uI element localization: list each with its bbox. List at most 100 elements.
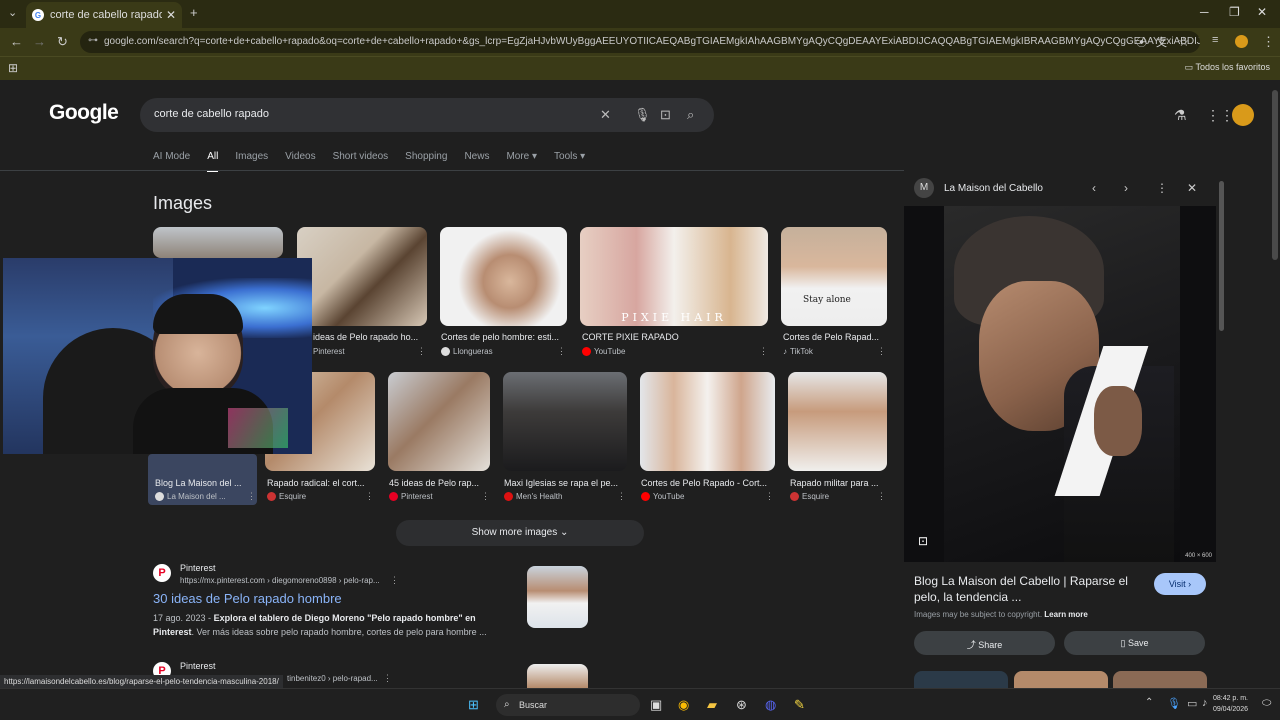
related-image-3[interactable] [1113, 671, 1207, 688]
tray-mic-icon[interactable]: 🎙 [1167, 697, 1181, 710]
profile-avatar-icon[interactable] [1235, 35, 1248, 48]
image-result-11[interactable] [788, 372, 887, 471]
lens-search-icon[interactable]: ⊡ [918, 534, 928, 548]
image-title[interactable]: ideas de Pelo rapado ho... [313, 332, 423, 342]
preview-image[interactable]: ⊡ 400 × 600 [904, 206, 1216, 562]
tab-images[interactable]: Images [235, 151, 268, 172]
image-result-9[interactable] [503, 372, 627, 471]
result-url[interactable]: https://mx.pinterest.com › diegomoreno08… [180, 576, 380, 585]
search-input[interactable]: corte de cabello rapado [154, 108, 269, 120]
more-options-icon[interactable]: ⋮ [557, 346, 566, 357]
more-options-icon[interactable]: ⋮ [417, 346, 426, 357]
start-icon[interactable]: ⊞ [468, 697, 479, 713]
address-bar[interactable]: ⊶ google.com/search?q=corte+de+cabello+r… [80, 31, 1200, 53]
more-options-icon[interactable]: ⋮ [481, 491, 490, 502]
tab-search-icon[interactable]: ⌄ [8, 6, 17, 19]
result-thumbnail[interactable] [527, 566, 588, 628]
image-result-8[interactable] [388, 372, 490, 471]
lens-icon[interactable]: ⊡ [660, 107, 671, 123]
more-options-icon[interactable]: ⋮ [877, 346, 886, 357]
back-icon[interactable]: ← [10, 34, 23, 49]
network-icon[interactable]: ▭ [1187, 697, 1197, 710]
image-result-10[interactable] [640, 372, 775, 471]
close-window-icon[interactable]: ✕ [1257, 5, 1267, 19]
minimize-icon[interactable]: ─ [1200, 5, 1209, 19]
tab-videos[interactable]: Videos [285, 151, 315, 172]
next-icon[interactable]: › [1124, 181, 1128, 195]
more-options-icon[interactable]: ⋮ [365, 491, 374, 502]
result-url[interactable]: tinbenitez0 › pelo-rapad... [287, 674, 378, 683]
related-image-1[interactable] [914, 671, 1008, 688]
image-title[interactable]: Cortes de Pelo Rapado - Cort... [641, 478, 771, 488]
apps-grid-icon[interactable]: ⊞ [8, 61, 18, 75]
browser-menu-icon[interactable]: ⋮ [1262, 34, 1275, 50]
apps-icon[interactable]: ⋮⋮ [1206, 107, 1234, 124]
restore-icon[interactable]: ❐ [1229, 5, 1240, 19]
image-title[interactable]: Rapado radical: el cort... [267, 478, 367, 488]
page-scrollbar[interactable] [1270, 80, 1280, 688]
location-icon[interactable]: ⦿ [1136, 34, 1147, 50]
image-result-5[interactable]: Stay alone [781, 227, 887, 326]
visit-button[interactable]: Visit › [1154, 573, 1206, 595]
image-title[interactable]: Cortes de pelo hombre: esti... [441, 332, 566, 342]
tab-tools[interactable]: Tools ▾ [554, 151, 585, 172]
search-box[interactable]: corte de cabello rapado ✕ 🎙 ⊡ ⌕ [140, 98, 714, 132]
close-tab-icon[interactable]: ✕ [166, 8, 176, 22]
image-result-1[interactable] [153, 227, 283, 258]
volume-icon[interactable]: ♪ [1202, 697, 1208, 709]
system-clock[interactable]: 08:42 p. m. 09/04/2026 [1213, 693, 1248, 715]
tab-shopping[interactable]: Shopping [405, 151, 447, 172]
result-thumbnail[interactable] [527, 664, 588, 688]
labs-flask-icon[interactable]: ⚗ [1174, 107, 1187, 124]
learn-more-link[interactable]: Learn more [1044, 610, 1088, 619]
tab-news[interactable]: News [464, 151, 489, 172]
page-scroll-thumb[interactable] [1272, 90, 1278, 260]
translate-icon[interactable]: 文 [1156, 34, 1167, 50]
google-logo[interactable]: Google [49, 101, 119, 125]
chrome-icon[interactable]: ◉ [678, 697, 689, 713]
panel-site-name[interactable]: La Maison del Cabello [944, 183, 1043, 194]
image-title[interactable]: Rapado militar para ... [790, 478, 880, 488]
file-explorer-icon[interactable]: ▰ [707, 697, 717, 713]
share-button[interactable]: ⤴ Share [914, 631, 1055, 655]
show-more-images-button[interactable]: Show more images ⌄ [396, 520, 644, 546]
steam-icon[interactable]: ⊛ [736, 697, 747, 713]
image-title[interactable]: CORTE PIXIE RAPADO [582, 332, 752, 342]
image-title[interactable]: 45 ideas de Pelo rap... [389, 478, 485, 488]
more-options-icon[interactable]: ⋮ [877, 491, 886, 502]
tab-ai-mode[interactable]: AI Mode [153, 151, 190, 172]
account-avatar[interactable] [1232, 104, 1254, 126]
preview-title[interactable]: Blog La Maison del Cabello | Raparse el … [914, 573, 1144, 605]
image-result-2[interactable] [297, 227, 427, 326]
more-options-icon[interactable]: ⋮ [759, 346, 768, 357]
search-icon[interactable]: ⌕ [687, 107, 694, 123]
more-options-icon[interactable]: ⋮ [247, 491, 256, 502]
taskbar-search[interactable]: ⌕ Buscar [496, 694, 640, 716]
result-options-icon[interactable]: ⋮ [383, 673, 392, 684]
panel-scroll-thumb[interactable] [1219, 181, 1224, 331]
notifications-icon[interactable]: ⬭ [1262, 697, 1271, 710]
site-info-icon[interactable]: ⊶ [88, 35, 98, 46]
new-tab-icon[interactable]: + [190, 5, 198, 20]
image-result-4[interactable]: PIXIE HAIR [580, 227, 768, 326]
forward-icon[interactable]: → [33, 34, 46, 49]
panel-scrollbar[interactable] [1218, 171, 1226, 688]
discord-icon[interactable]: ◍ [765, 697, 776, 713]
media-icon[interactable]: ≡ [1212, 34, 1218, 46]
bookmark-star-icon[interactable]: ☆ [1178, 34, 1190, 50]
image-title[interactable]: Maxi Iglesias se rapa el pe... [504, 478, 624, 488]
more-options-icon[interactable]: ⋮ [765, 491, 774, 502]
image-title[interactable]: Cortes de Pelo Rapad... [783, 332, 879, 342]
image-result-3[interactable] [440, 227, 567, 326]
close-panel-icon[interactable]: ✕ [1187, 181, 1197, 195]
all-bookmarks[interactable]: ▭ Todos los favoritos [1185, 62, 1270, 73]
app-icon[interactable]: ✎ [794, 697, 805, 713]
clear-icon[interactable]: ✕ [600, 107, 611, 123]
result-options-icon[interactable]: ⋮ [390, 575, 399, 586]
tab-all[interactable]: All [207, 151, 219, 172]
tab-short-videos[interactable]: Short videos [333, 151, 389, 172]
panel-menu-icon[interactable]: ⋮ [1156, 181, 1168, 195]
reload-icon[interactable]: ↻ [57, 34, 68, 50]
result-title-link[interactable]: 30 ideas de Pelo rapado hombre [153, 591, 342, 606]
related-image-2[interactable] [1014, 671, 1108, 688]
